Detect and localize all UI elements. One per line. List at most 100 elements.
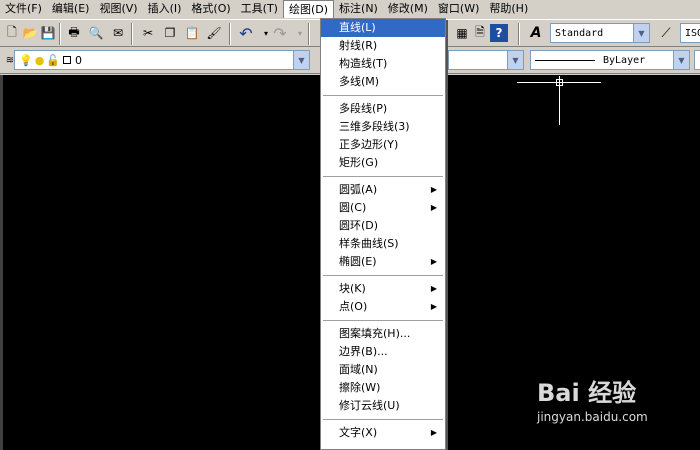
layer-name: 0 — [75, 53, 83, 67]
draw-menu-item[interactable]: 圆(C) ▶ — [321, 199, 445, 217]
watermark-url: jingyan.baidu.com — [537, 410, 648, 424]
menu-item[interactable]: 修改(M) — [383, 0, 433, 18]
draw-menu-item-label: 样条曲线(S) — [339, 237, 399, 250]
text-style-select[interactable]: Standard ▼ — [550, 23, 650, 43]
lineweight-select[interactable] — [694, 50, 700, 70]
chevron-down-icon[interactable]: ▾ — [290, 23, 310, 43]
draw-menu-item[interactable]: 图案填充(H)... — [321, 325, 445, 343]
menu-separator — [323, 176, 443, 177]
undo-icon[interactable]: ↶ — [236, 23, 256, 43]
draw-menu-item[interactable]: 圆环(D) — [321, 217, 445, 235]
draw-menu-item-label: 构造线(T) — [339, 57, 388, 70]
menu-separator — [323, 320, 443, 321]
draw-menu-item-label: 面域(N) — [339, 363, 378, 376]
menu-item[interactable]: 帮助(H) — [484, 0, 533, 18]
draw-menu-item[interactable]: 修订云线(U) — [321, 397, 445, 415]
draw-menu-item[interactable]: 构造线(T) — [321, 55, 445, 73]
text-style-value: Standard — [555, 27, 604, 39]
draw-menu-item[interactable]: 块(K) ▶ — [321, 280, 445, 298]
draw-menu-item-label: 圆环(D) — [339, 219, 379, 232]
draw-menu-item[interactable]: 边界(B)... — [321, 343, 445, 361]
linetype-preview-icon — [535, 59, 595, 61]
help-icon[interactable]: ? — [490, 24, 508, 42]
draw-menu-item[interactable]: 椭圆(E) ▶ — [321, 253, 445, 271]
linetype-select[interactable]: ByLayer ▼ — [530, 50, 690, 70]
draw-menu-item-label: 图案填充(H)... — [339, 327, 411, 340]
toolbar-separator — [308, 23, 310, 45]
menu-item[interactable]: 工具(T) — [236, 0, 283, 18]
match-properties-icon[interactable]: 🖌 — [204, 23, 224, 43]
draw-menu-item-label: 多段线(P) — [339, 102, 388, 115]
menu-item[interactable]: 文件(F) — [0, 0, 47, 18]
menu-item[interactable]: 窗口(W) — [433, 0, 484, 18]
draw-menu-item-label: 三维多段线(3) — [339, 120, 410, 133]
linetype-value: ByLayer — [603, 54, 646, 66]
draw-menu-item[interactable]: 直线(L) — [321, 19, 445, 37]
menu-separator — [323, 95, 443, 96]
chevron-down-icon[interactable]: ▼ — [633, 24, 649, 42]
submenu-arrow-icon: ▶ — [430, 302, 437, 311]
draw-menu-item[interactable]: 射线(R) — [321, 37, 445, 55]
color-select[interactable]: ▼ — [448, 50, 524, 70]
chevron-down-icon[interactable]: ▼ — [507, 51, 523, 69]
copy-icon[interactable]: ❐ — [160, 23, 180, 43]
draw-menu-item-label: 擦除(W) — [339, 381, 381, 394]
menu-separator — [323, 419, 443, 420]
menu-item[interactable]: 视图(V) — [94, 0, 142, 18]
dim-style-icon[interactable]: ⟋ — [656, 23, 676, 43]
draw-menu-item-label: 正多边形(Y) — [339, 138, 399, 151]
markup-icon[interactable]: 🗎 — [470, 23, 490, 43]
print-preview-icon[interactable]: 🔍 — [86, 23, 106, 43]
menu-item[interactable]: 标注(N) — [334, 0, 383, 18]
draw-dropdown-menu: 直线(L) 射线(R) 构造线(T) 多线(M) 多段线(P) 三维多段线(3) 正多边形(… — [320, 18, 446, 450]
draw-menu-item[interactable]: 擦除(W) — [321, 379, 445, 397]
menu-item[interactable]: 插入(I) — [143, 0, 187, 18]
dim-style-select[interactable]: ISO — [680, 23, 700, 43]
draw-menu-item-label: 矩形(G) — [339, 156, 379, 169]
draw-menu-item[interactable]: 正多边形(Y) — [321, 136, 445, 154]
submenu-arrow-icon: ▶ — [430, 284, 437, 293]
submenu-arrow-icon: ▶ — [430, 428, 437, 437]
draw-menu-item-label: 边界(B)... — [339, 345, 388, 358]
chevron-down-icon[interactable]: ▼ — [293, 51, 309, 69]
lock-icon: 🔓 — [46, 53, 61, 67]
draw-menu-item-label: 点(O) — [339, 300, 368, 313]
menu-item[interactable]: 编辑(E) — [47, 0, 95, 18]
new-icon[interactable]: 🗋 — [2, 23, 22, 43]
draw-menu-item[interactable]: 矩形(G) — [321, 154, 445, 172]
menu-item[interactable]: 绘图(D) — [282, 0, 335, 18]
tool-palette-icon[interactable]: ▦ — [452, 23, 472, 43]
color-swatch-icon — [63, 56, 72, 64]
save-icon[interactable]: 💾 — [38, 23, 58, 43]
draw-menu-item[interactable]: 三维多段线(3) — [321, 118, 445, 136]
draw-menu-item[interactable]: 面域(N) — [321, 361, 445, 379]
open-icon[interactable]: 📂 — [20, 23, 40, 43]
draw-menu-item-label: 修订云线(U) — [339, 399, 400, 412]
lightbulb-icon: 💡 — [19, 53, 33, 67]
toolbar-separator — [518, 23, 520, 45]
submenu-arrow-icon: ▶ — [430, 257, 437, 266]
draw-menu-item[interactable]: 多线(M) — [321, 73, 445, 91]
menu-item[interactable]: 格式(O) — [186, 0, 235, 18]
draw-menu-item-label: 椭圆(E) — [339, 255, 377, 268]
draw-menu-item-label: 直线(L) — [339, 21, 376, 34]
menu-bar: 文件(F) 编辑(E) 视图(V) 插入(I) 格式(O) 工具(T) 绘图(D) 标注(N)… — [0, 0, 700, 18]
draw-menu-item[interactable]: 点(O) ▶ — [321, 298, 445, 316]
draw-menu-item-label: 圆弧(A) — [339, 183, 378, 196]
submenu-arrow-icon: ▶ — [430, 185, 437, 194]
draw-menu-item[interactable]: 样条曲线(S) — [321, 235, 445, 253]
toolbar-separator — [59, 23, 61, 45]
draw-menu-item[interactable]: 圆弧(A) ▶ — [321, 181, 445, 199]
publish-icon[interactable]: ✉ — [108, 23, 128, 43]
layer-select[interactable]: 💡 ● 🔓 0 ▼ — [14, 50, 310, 70]
chevron-down-icon[interactable]: ▼ — [673, 51, 689, 69]
text-style-icon[interactable]: A — [526, 23, 546, 43]
menu-separator — [323, 275, 443, 276]
redo-icon[interactable]: ↷ — [270, 23, 290, 43]
draw-menu-item[interactable]: 文字(X) ▶ — [321, 424, 445, 442]
cut-icon[interactable]: ✂ — [138, 23, 158, 43]
paste-icon[interactable]: 📋 — [182, 23, 202, 43]
print-icon[interactable]: 🖶 — [64, 23, 84, 43]
draw-menu-item[interactable]: 多段线(P) — [321, 100, 445, 118]
draw-menu-item-label: 块(K) — [339, 282, 366, 295]
